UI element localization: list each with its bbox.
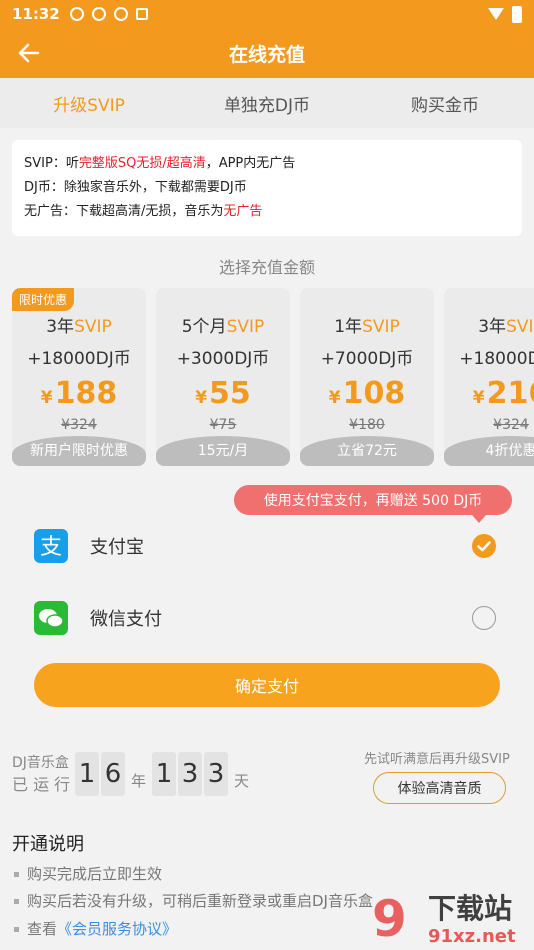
tab-upgrade-svip[interactable]: 升级SVIP — [0, 78, 178, 128]
package-price: ¥108 — [328, 376, 406, 411]
info-svip-line: SVIP：听完整版SQ无损/超高清，APP内无广告 — [24, 156, 296, 171]
confirm-payment-button[interactable]: 确定支付 — [34, 663, 500, 707]
note-item: 购买后若没有升级，可稍后重新登录或重启DJ音乐盒 — [14, 890, 373, 911]
app-notification-icon — [135, 8, 148, 20]
tab-bar: 升级SVIP 单独充DJ币 购买金币 — [0, 78, 534, 128]
svg-text:下载站: 下载站 — [428, 892, 512, 925]
package-list: 限时优惠 3年SVIP +18000DJ币 ¥188 ¥324 新用户限时优惠 … — [12, 288, 534, 466]
package-bonus: +18000DJ币 — [459, 349, 534, 369]
package-card[interactable]: 5个月SVIP +3000DJ币 ¥55 ¥75 15元/月 — [156, 288, 290, 466]
runtime-counter: 1 6 年 1 3 3 天 — [75, 752, 255, 796]
payment-option-alipay[interactable]: 支 支付宝 — [0, 516, 534, 576]
notification-icon — [69, 7, 84, 21]
package-price: ¥55 — [195, 376, 251, 411]
notes-title: 开通说明 — [12, 834, 84, 855]
package-card[interactable]: 限时优惠 3年SVIP +18000DJ币 ¥188 ¥324 新用户限时优惠 — [12, 288, 146, 466]
info-dj-coin-line: DJ币：除独家音乐外，下载都需要DJ币 — [24, 180, 247, 195]
package-footer: 立省72元 — [300, 436, 434, 466]
counter-digit: 3 — [204, 752, 229, 796]
package-bonus: +7000DJ币 — [320, 349, 414, 369]
limited-offer-badge: 限时优惠 — [12, 288, 75, 311]
counter-digit: 1 — [152, 752, 177, 796]
battery-icon — [512, 5, 522, 23]
package-footer: 新用户限时优惠 — [12, 436, 146, 466]
svg-text:支: 支 — [40, 535, 62, 560]
service-agreement-link[interactable]: 《会员服务协议》 — [57, 920, 177, 938]
package-original-price: ¥180 — [349, 417, 385, 433]
counter-digit: 3 — [178, 752, 203, 796]
note-item: 购买完成后立即生效 — [14, 863, 162, 884]
page-title: 在线充值 — [228, 43, 305, 66]
package-price: ¥216 — [472, 376, 534, 411]
day-unit: 天 — [234, 771, 250, 790]
status-bar: 11:32 — [0, 0, 534, 28]
trial-hd-button[interactable]: 体验高清音质 — [373, 772, 506, 804]
site-watermark-logo: 9 下载站 91xz.net — [372, 890, 516, 948]
package-bonus: +18000DJ币 — [27, 349, 131, 369]
notification-icon — [113, 7, 128, 21]
app-bar: 在线充值 — [0, 28, 534, 78]
alipay-icon: 支 — [34, 529, 68, 563]
alipay-bonus-tooltip: 使用支付宝支付，再赠送 500 DJ币 — [234, 485, 512, 523]
info-no-ads-line: 无广告：下载超高清/无损，音乐为无广告 — [24, 204, 263, 219]
package-footer: 15元/月 — [156, 436, 290, 466]
alipay-label: 支付宝 — [90, 537, 144, 558]
package-original-price: ¥75 — [209, 417, 237, 433]
note-item: 查看《会员服务协议》 — [14, 918, 177, 939]
payment-option-wechat[interactable]: 微信支付 — [0, 588, 534, 648]
wechat-pay-label: 微信支付 — [90, 609, 162, 630]
svg-text:9: 9 — [372, 890, 407, 948]
year-unit: 年 — [131, 771, 147, 790]
package-card[interactable]: 3年SVIP +18000DJ币 ¥216 ¥324 4折优惠 — [444, 288, 534, 466]
membership-info-card: SVIP：听完整版SQ无损/超高清，APP内无广告 DJ币：除独家音乐外，下载都… — [12, 140, 522, 236]
package-footer: 4折优惠 — [444, 436, 534, 466]
counter-digit: 6 — [101, 752, 125, 796]
svg-text:91xz.net: 91xz.net — [428, 926, 516, 947]
selected-check-icon[interactable] — [472, 534, 496, 558]
back-arrow-icon[interactable] — [14, 38, 44, 68]
package-card[interactable]: 1年SVIP +7000DJ币 ¥108 ¥180 立省72元 — [300, 288, 434, 466]
trial-tip: 先试听满意后再升级SVIP — [364, 752, 510, 767]
unselected-radio[interactable] — [472, 606, 496, 630]
package-original-price: ¥324 — [493, 417, 529, 433]
package-price: ¥188 — [40, 376, 118, 411]
wechat-pay-icon — [34, 601, 68, 635]
notification-icon — [91, 7, 106, 21]
package-original-price: ¥324 — [61, 417, 97, 433]
wifi-icon — [488, 8, 504, 20]
counter-digit: 1 — [75, 752, 99, 796]
runtime-label: DJ音乐盒 已 运 行 — [12, 755, 71, 794]
tab-buy-gold[interactable]: 购买金币 — [356, 78, 534, 128]
select-amount-label: 选择充值金额 — [218, 258, 315, 277]
package-bonus: +3000DJ币 — [176, 349, 270, 369]
tab-dj-coins[interactable]: 单独充DJ币 — [178, 78, 356, 128]
status-time: 11:32 — [12, 5, 60, 23]
